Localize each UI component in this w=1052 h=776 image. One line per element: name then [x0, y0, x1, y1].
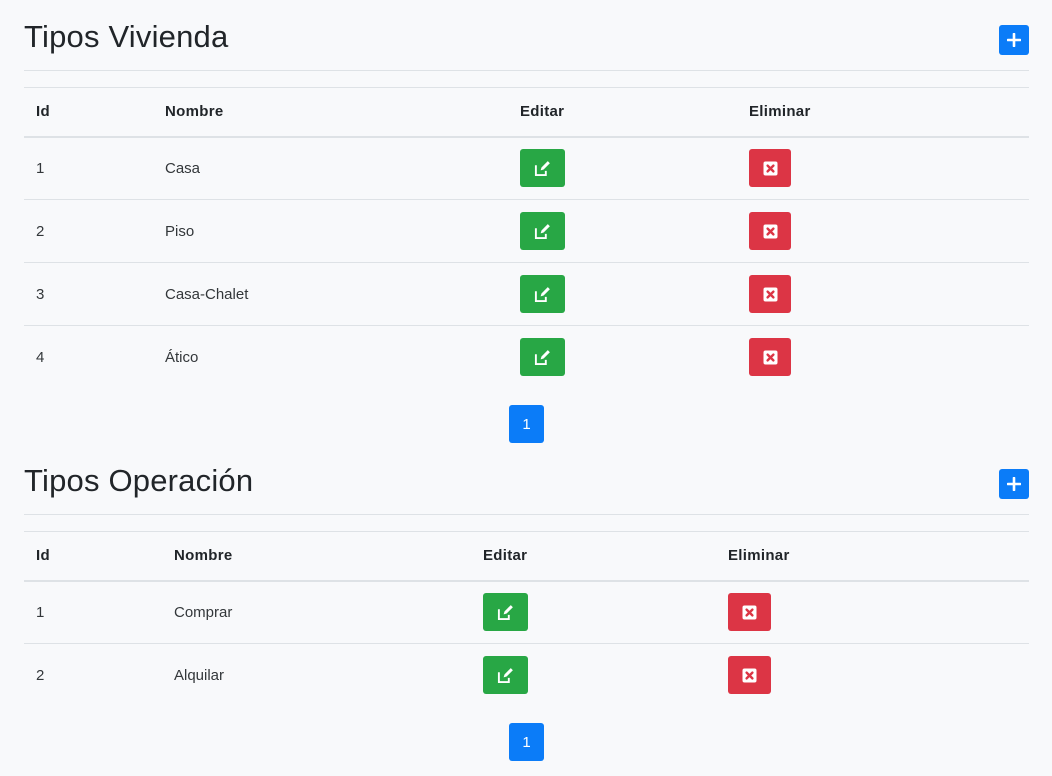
column-header-editar: Editar	[508, 87, 737, 138]
delete-button[interactable]	[728, 593, 771, 632]
cell-nombre: Comprar	[162, 580, 471, 644]
delete-button[interactable]	[749, 212, 791, 250]
table-row: 2 Alquilar	[24, 644, 1029, 707]
table-header-row: Id Nombre Editar Eliminar	[24, 87, 1029, 138]
edit-button[interactable]	[483, 593, 528, 632]
table-header-row: Id Nombre Editar Eliminar	[24, 531, 1029, 582]
table-row: 2 Piso	[24, 199, 1029, 263]
pagination-page-button[interactable]: 1	[509, 405, 544, 443]
section-tipos-operacion: Tipos Operación Id Nombre Editar Elimina…	[24, 444, 1029, 695]
cell-id: 2	[36, 666, 45, 684]
add-operacion-button[interactable]	[999, 469, 1029, 499]
delete-button[interactable]	[749, 275, 791, 313]
column-header-id: Id	[24, 531, 162, 582]
column-header-eliminar: Eliminar	[737, 87, 1029, 138]
cell-nombre: Casa	[153, 136, 508, 200]
column-header-nombre: Nombre	[153, 87, 508, 138]
close-square-icon	[763, 287, 777, 301]
table-row: 1 Comprar	[24, 580, 1029, 644]
section-tipos-vivienda: Tipos Vivienda Id Nombre Editar Eliminar…	[24, 0, 1029, 377]
cell-id: 1	[24, 580, 162, 644]
column-header-editar: Editar	[471, 531, 716, 582]
plus-icon	[1007, 477, 1021, 491]
close-square-icon	[763, 224, 777, 238]
delete-button[interactable]	[728, 656, 771, 695]
edit-button[interactable]	[520, 338, 565, 377]
close-square-icon	[763, 161, 777, 176]
column-header-eliminar: Eliminar	[716, 531, 1029, 582]
cell-id: 2	[24, 199, 153, 263]
table-row: 4 Ático	[24, 326, 1029, 389]
column-header-id: Id	[24, 87, 153, 138]
section-header: Tipos Operación	[24, 444, 1029, 515]
close-square-icon	[742, 668, 757, 683]
column-header-nombre: Nombre	[162, 531, 471, 582]
edit-button[interactable]	[520, 149, 565, 188]
pagination-page-button[interactable]: 1	[509, 723, 544, 761]
close-square-icon	[742, 605, 757, 620]
edit-icon	[534, 286, 550, 302]
table-row: 1 Casa	[24, 136, 1029, 200]
edit-button[interactable]	[520, 275, 565, 313]
close-square-icon	[763, 350, 777, 365]
cell-id: 3	[24, 262, 153, 326]
edit-button[interactable]	[483, 656, 528, 695]
cell-id: 1	[24, 136, 153, 200]
page-title: Tipos Operación	[24, 463, 254, 498]
add-vivienda-button[interactable]	[999, 25, 1029, 55]
edit-icon	[534, 349, 550, 365]
vivienda-table: Id Nombre Editar Eliminar 1 Casa 2 Piso …	[24, 87, 1029, 389]
table-row: 3 Casa-Chalet	[24, 262, 1029, 326]
edit-button[interactable]	[520, 212, 565, 250]
cell-nombre: Ático	[165, 348, 199, 366]
edit-icon	[497, 604, 513, 620]
delete-button[interactable]	[749, 338, 791, 377]
cell-nombre: Piso	[153, 199, 508, 263]
plus-icon	[1007, 33, 1021, 47]
cell-nombre: Alquilar	[174, 666, 225, 684]
cell-nombre: Casa-Chalet	[153, 262, 508, 326]
edit-icon	[497, 667, 513, 683]
operacion-table: Id Nombre Editar Eliminar 1 Comprar 2 Al…	[24, 531, 1029, 707]
section-header: Tipos Vivienda	[24, 0, 1029, 71]
page-title: Tipos Vivienda	[24, 19, 229, 54]
edit-icon	[534, 160, 550, 176]
delete-button[interactable]	[749, 149, 791, 188]
edit-icon	[534, 223, 550, 239]
cell-id: 4	[36, 348, 45, 366]
